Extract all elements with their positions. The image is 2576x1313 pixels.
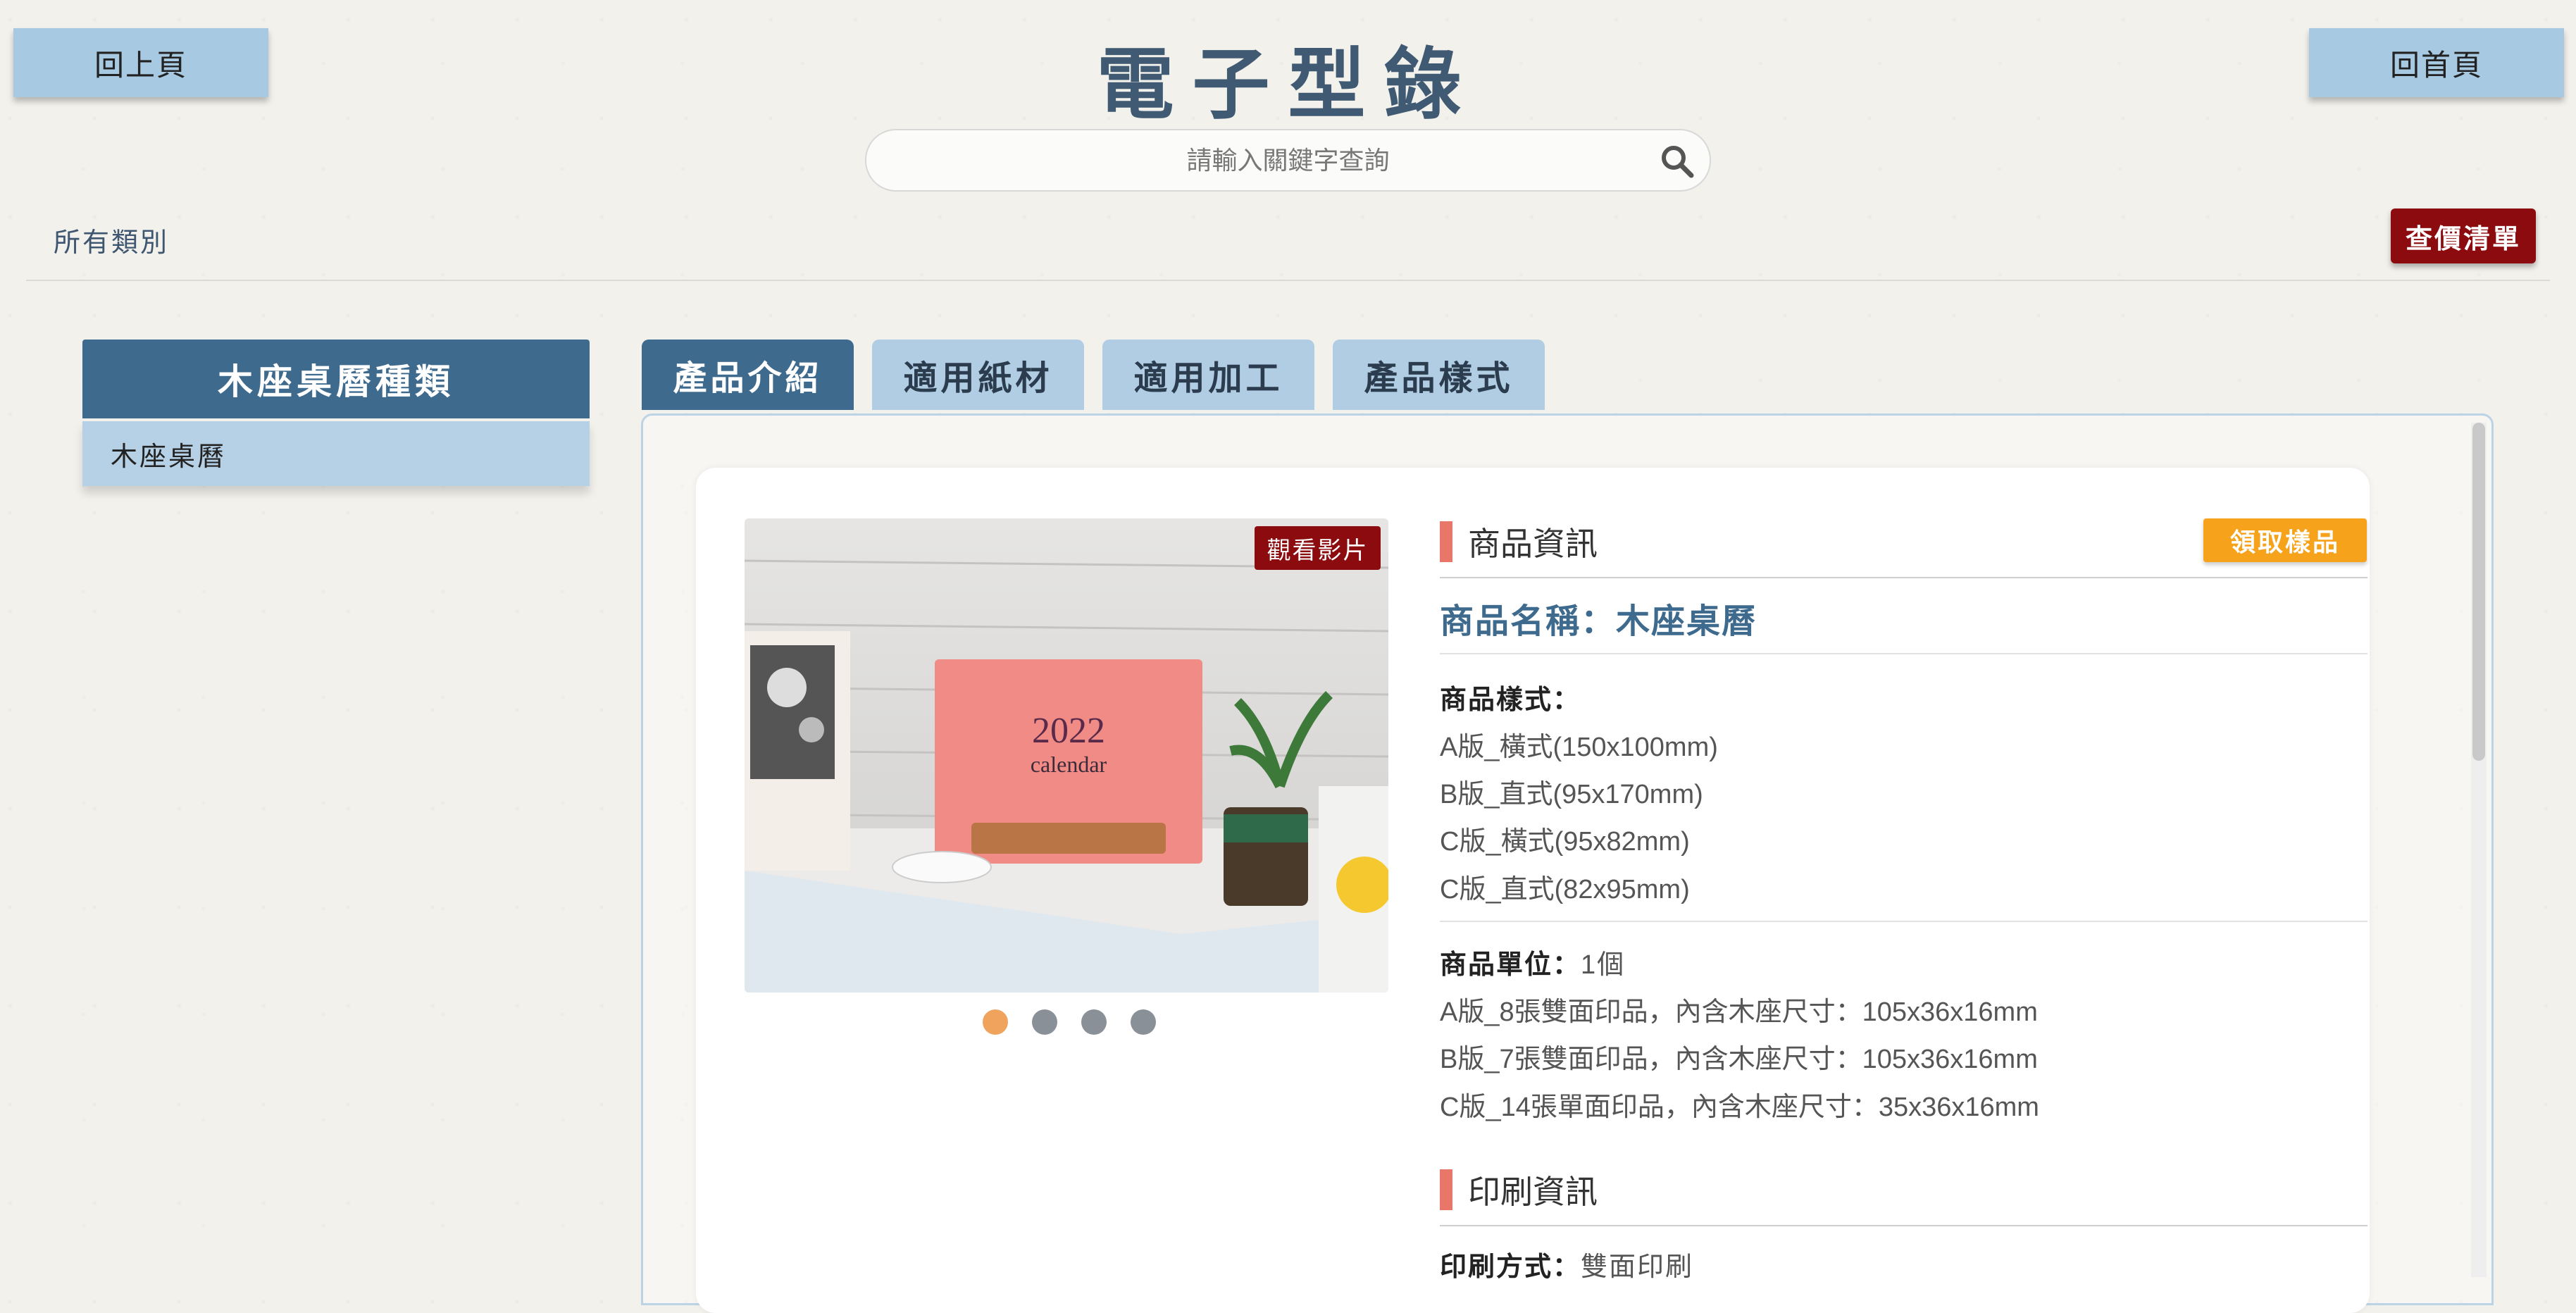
section-marker xyxy=(1440,521,1452,562)
print-info-title: 印刷資訊 xyxy=(1468,1174,1598,1210)
carousel-dot-4[interactable] xyxy=(1131,1009,1156,1035)
unit-value: 1個 xyxy=(1581,950,1626,980)
style-item: B版_直式(95x170mm) xyxy=(1440,780,1703,809)
style-label: 商品樣式： xyxy=(1440,685,1581,715)
tab-styles[interactable]: 產品樣式 xyxy=(1333,340,1545,410)
section-rule xyxy=(1440,577,2367,578)
unit-detail: A版_8張雙面印品，內含木座尺寸：105x36x16mm xyxy=(1440,997,2038,1027)
print-info-heading: 印刷資訊 xyxy=(1440,1166,1598,1213)
search-input[interactable] xyxy=(969,144,1607,176)
carousel-dot-3[interactable] xyxy=(1081,1009,1107,1035)
style-item: A版_橫式(150x100mm) xyxy=(1440,733,1718,762)
product-info-heading: 商品資訊 xyxy=(1440,518,1598,565)
unit-row: 商品單位：1個 xyxy=(1440,942,1625,981)
print-method-value: 雙面印刷 xyxy=(1581,1252,1694,1282)
carousel-dot-1[interactable] xyxy=(983,1009,1008,1035)
product-name: 商品名稱：木座桌曆 xyxy=(1440,603,1757,640)
all-categories-link[interactable]: 所有類別 xyxy=(54,220,169,259)
price-list-button[interactable]: 查價清單 xyxy=(2391,209,2536,263)
sidebar-title: 木座桌曆種類 xyxy=(82,340,590,418)
unit-label: 商品單位： xyxy=(1440,950,1581,980)
get-sample-button[interactable]: 領取樣品 xyxy=(2203,518,2367,562)
print-method-label: 印刷方式： xyxy=(1440,1252,1581,1282)
style-item: C版_直式(82x95mm) xyxy=(1440,875,1690,904)
unit-detail: B版_7張雙面印品，內含木座尺寸：105x36x16mm xyxy=(1440,1045,2038,1074)
calendar-year: 2022 xyxy=(1032,711,1105,751)
scrollbar-thumb[interactable] xyxy=(2472,423,2485,761)
tab-processing[interactable]: 適用加工 xyxy=(1102,340,1314,410)
product-tabs: 產品介紹 適用紙材 適用加工 產品樣式 xyxy=(642,340,1545,410)
style-item: C版_橫式(95x82mm) xyxy=(1440,827,1690,857)
section-marker xyxy=(1440,1169,1452,1210)
watch-video-button[interactable]: 觀看影片 xyxy=(1255,526,1381,570)
divider xyxy=(1440,653,2367,654)
product-info-title: 商品資訊 xyxy=(1468,525,1598,562)
carousel-dots xyxy=(983,1009,1156,1035)
header-divider xyxy=(26,280,2550,281)
search-icon[interactable] xyxy=(1659,143,1695,180)
page-title: 電子型錄 xyxy=(1096,39,1480,130)
calendar-word: calendar xyxy=(1031,752,1107,777)
section-rule xyxy=(1440,1225,2367,1226)
search-bar xyxy=(865,129,1711,192)
sidebar-item-wood-calendar[interactable]: 木座桌曆 xyxy=(82,421,590,486)
carousel-dot-2[interactable] xyxy=(1032,1009,1057,1035)
divider xyxy=(1440,921,2367,922)
product-image[interactable]: 2022 calendar xyxy=(745,518,1388,992)
category-sidebar: 木座桌曆種類 木座桌曆 xyxy=(82,340,590,486)
tab-paper[interactable]: 適用紙材 xyxy=(872,340,1084,410)
home-button[interactable]: 回首頁 xyxy=(2309,28,2564,97)
print-method-row: 印刷方式：雙面印刷 xyxy=(1440,1245,1693,1283)
tab-product-intro[interactable]: 產品介紹 xyxy=(642,340,854,410)
unit-detail: C版_14張單面印品，內含木座尺寸：35x36x16mm xyxy=(1440,1093,2039,1122)
product-photo: 2022 calendar xyxy=(745,518,1388,992)
